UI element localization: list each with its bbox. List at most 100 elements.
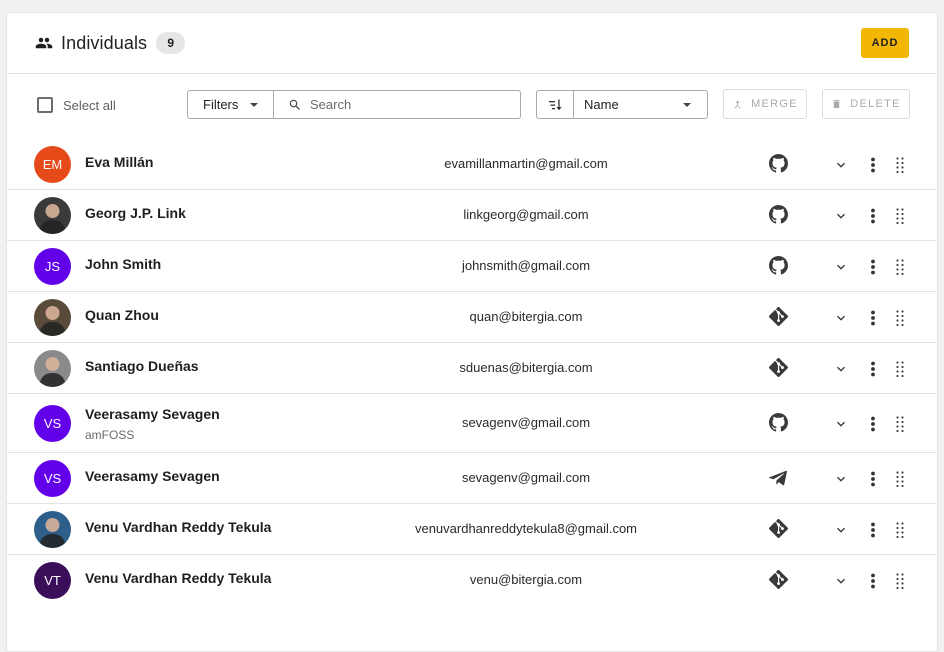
drag-handle-icon[interactable] xyxy=(893,309,907,327)
individual-row[interactable]: VT Venu Vardhan Reddy Tekula venu@biterg… xyxy=(6,555,936,606)
search-input[interactable] xyxy=(310,97,510,112)
drag-handle-icon[interactable] xyxy=(893,258,907,276)
individual-name: Veerasamy Sevagen xyxy=(85,468,220,484)
individual-row[interactable]: Georg J.P. Link linkgeorg@gmail.com xyxy=(6,190,936,241)
toolbar: Select all Filters Nam xyxy=(7,74,937,148)
git-icon xyxy=(768,570,788,590)
add-button[interactable]: ADD xyxy=(861,28,909,58)
delete-button[interactable]: DELETE xyxy=(822,89,910,119)
individual-name: Georg J.P. Link xyxy=(85,205,186,221)
individual-name: Veerasamy Sevagen xyxy=(85,406,220,422)
chevron-down-icon[interactable] xyxy=(833,361,849,377)
drag-handle-icon[interactable] xyxy=(893,415,907,433)
trash-icon xyxy=(831,98,842,110)
individual-name: Quan Zhou xyxy=(85,307,159,323)
telegram-icon xyxy=(768,468,788,488)
individual-row[interactable]: Santiago Dueñas sduenas@bitergia.com xyxy=(6,343,936,394)
chevron-down-icon[interactable] xyxy=(833,208,849,224)
more-vertical-icon[interactable] xyxy=(865,156,881,174)
avatar-photo xyxy=(34,350,71,387)
avatar-initials: EM xyxy=(34,146,71,183)
avatar-initials: VS xyxy=(34,405,71,442)
github-icon xyxy=(768,205,788,225)
sort-by-value: Name xyxy=(584,97,619,112)
avatar-initials: VS xyxy=(34,460,71,497)
github-icon xyxy=(768,154,788,174)
individual-name: John Smith xyxy=(85,256,162,272)
individual-row[interactable]: Venu Vardhan Reddy Tekula venuvardhanred… xyxy=(6,504,936,555)
individual-name: Venu Vardhan Reddy Tekula xyxy=(85,570,272,586)
avatar-photo xyxy=(34,299,71,336)
git-icon xyxy=(768,307,788,327)
individuals-list: EM Eva Millán evamillanmartin@gmail.com … xyxy=(6,139,936,606)
search-icon xyxy=(288,98,302,112)
search-box[interactable] xyxy=(273,90,521,119)
individual-email: venuvardhanreddytekula8@gmail.com xyxy=(414,521,638,536)
select-all-checkbox[interactable] xyxy=(37,97,53,113)
more-vertical-icon[interactable] xyxy=(865,207,881,225)
people-icon xyxy=(35,34,53,52)
select-all[interactable]: Select all xyxy=(37,97,116,113)
individual-email: evamillanmartin@gmail.com xyxy=(444,156,608,171)
drag-handle-icon[interactable] xyxy=(893,207,907,225)
avatar-photo xyxy=(34,511,71,548)
more-vertical-icon[interactable] xyxy=(865,470,881,488)
merge-icon xyxy=(732,99,743,110)
individual-email: sduenas@bitergia.com xyxy=(459,360,593,375)
name-block: John Smith xyxy=(85,256,161,272)
individual-row[interactable]: JS John Smith johnsmith@gmail.com xyxy=(6,241,936,292)
more-vertical-icon[interactable] xyxy=(865,572,881,590)
individual-name: Santiago Dueñas xyxy=(85,358,199,374)
drag-handle-icon[interactable] xyxy=(893,470,907,488)
individual-organization: amFOSS xyxy=(85,428,135,442)
caret-down-icon xyxy=(250,102,259,107)
drag-handle-icon[interactable] xyxy=(893,521,907,539)
git-icon xyxy=(768,519,788,539)
avatar-initials: VT xyxy=(34,562,71,599)
filters-dropdown[interactable]: Filters xyxy=(187,90,274,119)
individual-row[interactable]: EM Eva Millán evamillanmartin@gmail.com xyxy=(6,139,936,190)
drag-handle-icon[interactable] xyxy=(893,156,907,174)
individual-row[interactable]: Quan Zhou quan@bitergia.com xyxy=(6,292,936,343)
more-vertical-icon[interactable] xyxy=(865,415,881,433)
more-vertical-icon[interactable] xyxy=(865,309,881,327)
more-vertical-icon[interactable] xyxy=(865,521,881,539)
individual-row[interactable]: VS Veerasamy Sevagen amFOSS sevagenv@gma… xyxy=(6,394,936,453)
chevron-down-icon[interactable] xyxy=(833,259,849,275)
chevron-down-icon[interactable] xyxy=(833,522,849,538)
name-block: Veerasamy Sevagen xyxy=(85,468,220,484)
individual-row[interactable]: VS Veerasamy Sevagen sevagenv@gmail.com xyxy=(6,453,936,504)
individual-email: sevagenv@gmail.com xyxy=(461,470,591,485)
name-block: Santiago Dueñas xyxy=(85,358,199,374)
chevron-down-icon[interactable] xyxy=(833,416,849,432)
name-block: Venu Vardhan Reddy Tekula xyxy=(85,519,271,535)
select-all-label: Select all xyxy=(63,97,116,113)
name-block: Venu Vardhan Reddy Tekula xyxy=(85,570,271,586)
caret-down-icon xyxy=(683,103,691,107)
delete-label: DELETE xyxy=(850,98,901,110)
individual-email: johnsmith@gmail.com xyxy=(461,258,591,273)
name-block: Veerasamy Sevagen amFOSS xyxy=(85,406,220,442)
page-title: Individuals xyxy=(61,32,148,53)
individual-name: Eva Millán xyxy=(85,154,154,170)
count-badge: 9 xyxy=(156,32,186,54)
drag-handle-icon[interactable] xyxy=(893,360,907,378)
chevron-down-icon[interactable] xyxy=(833,471,849,487)
sort-by-select[interactable]: Name xyxy=(573,90,708,119)
chevron-down-icon[interactable] xyxy=(833,573,849,589)
filters-label: Filters xyxy=(203,97,239,112)
sort-direction-icon xyxy=(547,97,563,113)
sort-direction-button[interactable] xyxy=(536,90,574,119)
name-block: Quan Zhou xyxy=(85,307,159,323)
more-vertical-icon[interactable] xyxy=(865,360,881,378)
merge-label: MERGE xyxy=(751,98,798,110)
card-header: Individuals 9 ADD xyxy=(7,13,937,74)
chevron-down-icon[interactable] xyxy=(833,157,849,173)
chevron-down-icon[interactable] xyxy=(833,310,849,326)
drag-handle-icon[interactable] xyxy=(893,572,907,590)
github-icon xyxy=(768,413,788,433)
more-vertical-icon[interactable] xyxy=(865,258,881,276)
name-block: Eva Millán xyxy=(85,154,153,170)
git-icon xyxy=(768,358,788,378)
merge-button[interactable]: MERGE xyxy=(723,89,807,119)
